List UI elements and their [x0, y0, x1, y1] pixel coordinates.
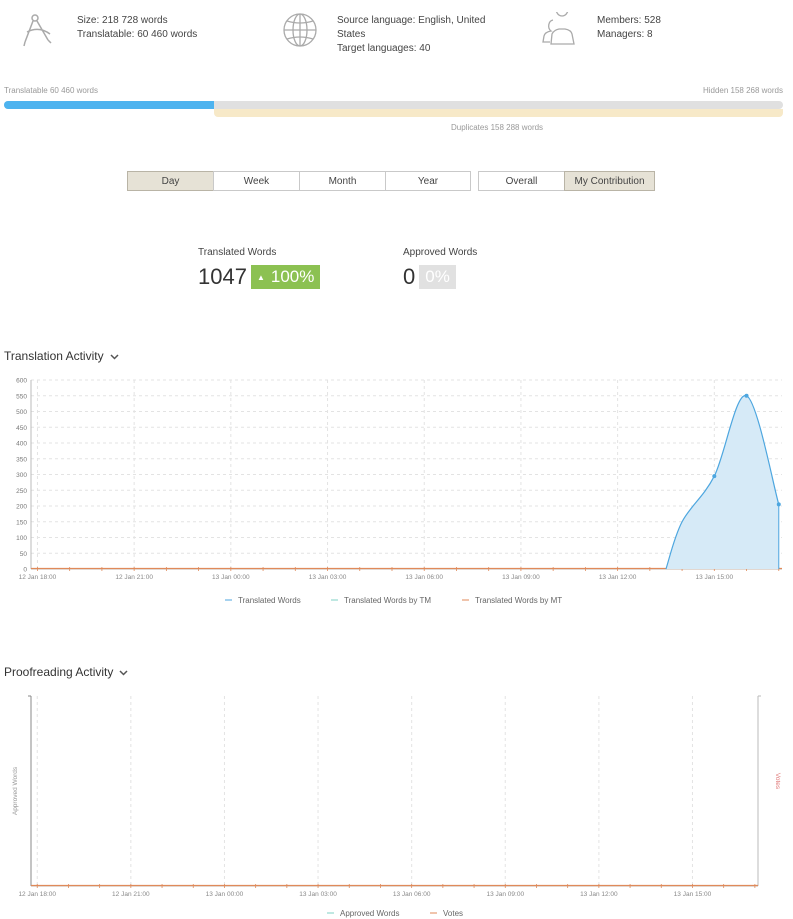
- x-tick-label: 13 Jan 06:00: [393, 891, 431, 898]
- translated-words-value: 1047: [198, 264, 247, 289]
- translatable-progress-fill: [4, 101, 215, 109]
- y-tick-label: 300: [16, 472, 27, 479]
- translated-words-point: [744, 393, 749, 398]
- x-tick-label: 13 Jan 12:00: [580, 891, 618, 898]
- target-languages-text: Target languages: 40: [337, 43, 431, 54]
- hidden-label: Hidden 158 268 words: [702, 86, 783, 95]
- chevron-down-icon[interactable]: [119, 663, 128, 681]
- x-tick-label: 13 Jan 00:00: [206, 891, 244, 898]
- x-tick-label: 12 Jan 21:00: [115, 574, 153, 581]
- legend-label: Translated Words by TM: [344, 596, 431, 605]
- translated-words-percent: 100%: [270, 267, 315, 286]
- period-year-button[interactable]: Year: [385, 171, 471, 191]
- period-day-button[interactable]: Day: [127, 171, 214, 191]
- users-icon: [542, 12, 575, 45]
- compass-icon: [23, 14, 52, 47]
- y-tick-label: 550: [16, 393, 27, 400]
- translation-activity-title: Translation Activity: [4, 349, 104, 363]
- period-selector: Day Week Month Year: [127, 171, 471, 191]
- proofreading-activity-title: Proofreading Activity: [4, 665, 114, 679]
- x-tick-label: 13 Jan 03:00: [299, 891, 337, 898]
- translatable-progress-bar: [4, 101, 783, 109]
- translation-activity-header[interactable]: Translation Activity: [4, 347, 119, 365]
- translated-words-badge: ▲ 100%: [250, 265, 321, 289]
- x-tick-label: 13 Jan 15:00: [696, 574, 734, 581]
- source-language-text-cont: States: [337, 29, 366, 40]
- y-tick-label: 500: [16, 409, 27, 416]
- legend-label: Votes: [443, 909, 463, 918]
- legend-label: Translated Words by MT: [475, 596, 562, 605]
- approved-words-value: 0: [403, 264, 416, 289]
- x-tick-label: 13 Jan 15:00: [674, 891, 712, 898]
- legend-label: Translated Words: [238, 596, 301, 605]
- source-language-text: Source language: English, United: [337, 15, 486, 26]
- approved-words-percent: 0%: [425, 267, 450, 286]
- y-tick-label: 600: [16, 378, 27, 385]
- period-week-button[interactable]: Week: [213, 171, 300, 191]
- x-tick-label: 13 Jan 12:00: [599, 574, 637, 581]
- chevron-down-icon[interactable]: [110, 347, 119, 365]
- proofreading-activity-chart: 12 Jan 18:00 12 Jan 21:00 13 Jan 00:00 13 J…: [12, 695, 781, 918]
- y-tick-label: 100: [16, 535, 27, 542]
- translated-words-point: [776, 502, 781, 507]
- scope-overall-button[interactable]: Overall: [478, 171, 565, 191]
- x-tick-label: 12 Jan 21:00: [112, 891, 150, 898]
- members-text: Members: 528: [597, 15, 661, 26]
- translated-words-kpi: Translated Words 1047 ▲ 100%: [198, 247, 321, 290]
- legend-label: Approved Words: [340, 909, 399, 918]
- x-tick-label: 13 Jan 06:00: [405, 574, 443, 581]
- managers-text: Managers: 8: [597, 29, 653, 40]
- duplicates-label: Duplicates 158 288 words: [451, 123, 544, 132]
- approved-words-badge: 0%: [419, 265, 456, 289]
- globe-icon: [283, 13, 317, 47]
- y-tick-label: 250: [16, 488, 27, 495]
- approved-words-label: Approved Words: [403, 247, 478, 258]
- left-axis-title: Approved Words: [12, 766, 19, 815]
- duplicates-bar: [214, 109, 783, 117]
- scope-my-contribution-button[interactable]: My Contribution: [564, 171, 655, 191]
- y-tick-label: 200: [16, 504, 27, 511]
- x-tick-label: 12 Jan 18:00: [18, 891, 56, 898]
- y-tick-label: 50: [20, 551, 28, 558]
- translated-words-area: [665, 395, 779, 569]
- size-text: Size: 218 728 words: [77, 15, 168, 26]
- x-tick-label: 13 Jan 00:00: [212, 574, 250, 581]
- translatable-text: Translatable: 60 460 words: [77, 29, 198, 40]
- translated-words-label: Translated Words: [198, 247, 277, 258]
- x-tick-label: 13 Jan 09:00: [502, 574, 540, 581]
- y-tick-label: 350: [16, 456, 27, 463]
- translated-words-point: [712, 474, 717, 479]
- y-tick-label: 150: [16, 519, 27, 526]
- period-month-button[interactable]: Month: [299, 171, 386, 191]
- y-tick-label: 0: [23, 567, 27, 574]
- x-tick-label: 13 Jan 03:00: [309, 574, 347, 581]
- up-arrow-icon: ▲: [256, 272, 265, 282]
- approved-words-kpi: Approved Words 0 0%: [403, 247, 477, 290]
- right-axis-title: Votes: [774, 773, 781, 790]
- x-tick-label: 13 Jan 09:00: [486, 891, 524, 898]
- translatable-label: Translatable 60 460 words: [4, 86, 98, 95]
- x-tick-label: 12 Jan 18:00: [19, 574, 57, 581]
- scope-selector: Overall My Contribution: [478, 171, 655, 191]
- y-tick-label: 450: [16, 425, 27, 432]
- translation-activity-chart: 0 50 100 150 200 250 300 350 400 450 500 550 600 12 J…: [16, 378, 782, 605]
- y-tick-label: 400: [16, 441, 27, 448]
- proofreading-activity-header[interactable]: Proofreading Activity: [4, 663, 128, 681]
